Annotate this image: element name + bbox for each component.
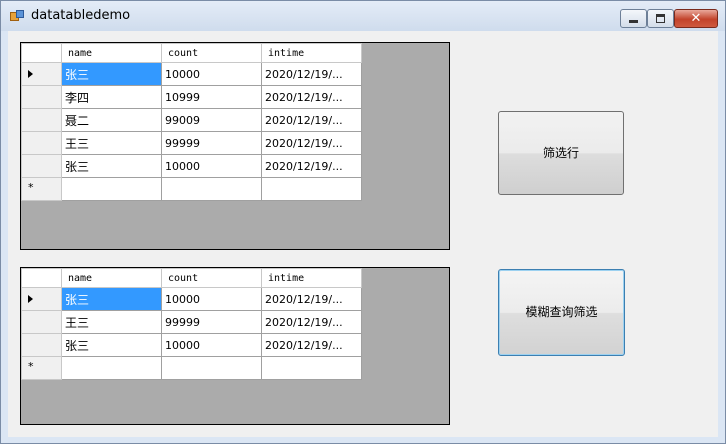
cell-name[interactable]: 张三	[61, 287, 162, 311]
cell-count[interactable]: 10000	[161, 333, 262, 357]
cell-count[interactable]: 99999	[161, 131, 262, 155]
table-row[interactable]: 王三 99999 2020/12/19/...	[21, 131, 362, 155]
cell-name[interactable]: 聂二	[61, 108, 162, 132]
cell-name[interactable]: 王三	[61, 131, 162, 155]
current-row-arrow-icon	[28, 295, 33, 303]
table-row[interactable]: 张三 10000 2020/12/19/...	[21, 62, 362, 86]
cell-intime[interactable]: 2020/12/19/...	[261, 108, 362, 132]
datagrid-table: name count intime 张三 10000 2020/12/19/..…	[21, 43, 362, 201]
cell-name[interactable]	[61, 177, 162, 201]
close-button[interactable]: ✕	[674, 9, 718, 28]
app-window: datatabledemo ✕ name count intime 张三 100…	[0, 0, 726, 444]
cell-count[interactable]: 10000	[161, 62, 262, 86]
datagrid-table: name count intime 张三 10000 2020/12/19/..…	[21, 268, 362, 380]
table-row[interactable]: 张三 10000 2020/12/19/...	[21, 287, 362, 311]
row-header[interactable]: *	[21, 356, 62, 380]
new-row[interactable]: *	[21, 356, 362, 380]
cell-intime[interactable]: 2020/12/19/...	[261, 131, 362, 155]
table-row[interactable]: 聂二 99009 2020/12/19/...	[21, 108, 362, 132]
cell-name[interactable]: 王三	[61, 310, 162, 334]
cell-intime[interactable]: 2020/12/19/...	[261, 287, 362, 311]
close-icon: ✕	[690, 11, 702, 26]
table-row[interactable]: 王三 99999 2020/12/19/...	[21, 310, 362, 334]
new-row[interactable]: *	[21, 177, 362, 201]
cell-count[interactable]	[161, 177, 262, 201]
table-row[interactable]: 张三 10000 2020/12/19/...	[21, 154, 362, 178]
row-header[interactable]	[21, 310, 62, 334]
window-title: datatabledemo	[31, 8, 131, 23]
cell-intime[interactable]: 2020/12/19/...	[261, 154, 362, 178]
new-row-star-icon: *	[28, 360, 34, 373]
select-all-corner[interactable]	[21, 43, 62, 63]
cell-intime[interactable]	[261, 177, 362, 201]
cell-intime[interactable]: 2020/12/19/...	[261, 333, 362, 357]
row-header[interactable]	[21, 333, 62, 357]
table-row[interactable]: 张三 10000 2020/12/19/...	[21, 333, 362, 357]
row-header[interactable]	[21, 131, 62, 155]
column-header-count[interactable]: count	[161, 43, 262, 63]
column-header-intime[interactable]: intime	[261, 43, 362, 63]
column-header-row: name count intime	[21, 43, 362, 63]
row-header[interactable]	[21, 62, 62, 86]
new-row-star-icon: *	[28, 181, 34, 194]
cell-intime[interactable]: 2020/12/19/...	[261, 310, 362, 334]
table-row[interactable]: 李四 10999 2020/12/19/...	[21, 85, 362, 109]
cell-count[interactable]: 10999	[161, 85, 262, 109]
row-header[interactable]	[21, 85, 62, 109]
datagrid-filtered-rows[interactable]: name count intime 张三 10000 2020/12/19/..…	[20, 267, 450, 425]
form-client-area: name count intime 张三 10000 2020/12/19/..…	[8, 31, 718, 437]
cell-name[interactable]: 张三	[61, 333, 162, 357]
minimize-icon	[629, 20, 638, 23]
cell-name[interactable]: 李四	[61, 85, 162, 109]
row-header[interactable]	[21, 108, 62, 132]
maximize-icon	[656, 14, 665, 23]
cell-intime[interactable]: 2020/12/19/...	[261, 85, 362, 109]
row-header[interactable]	[21, 154, 62, 178]
column-header-intime[interactable]: intime	[261, 268, 362, 288]
cell-count[interactable]: 99009	[161, 108, 262, 132]
minimize-button[interactable]	[620, 9, 647, 28]
cell-count[interactable]: 10000	[161, 154, 262, 178]
column-header-name[interactable]: name	[61, 268, 162, 288]
cell-count[interactable]: 10000	[161, 287, 262, 311]
datagrid-all-rows[interactable]: name count intime 张三 10000 2020/12/19/..…	[20, 42, 450, 250]
fuzzy-filter-button[interactable]: 模糊查询筛选	[498, 269, 625, 356]
cell-intime[interactable]: 2020/12/19/...	[261, 62, 362, 86]
title-bar[interactable]: datatabledemo ✕	[1, 1, 725, 31]
cell-count[interactable]	[161, 356, 262, 380]
maximize-button[interactable]	[647, 9, 674, 28]
column-header-row: name count intime	[21, 268, 362, 288]
select-all-corner[interactable]	[21, 268, 62, 288]
column-header-count[interactable]: count	[161, 268, 262, 288]
cell-name[interactable]: 张三	[61, 154, 162, 178]
cell-count[interactable]: 99999	[161, 310, 262, 334]
row-header[interactable]	[21, 287, 62, 311]
app-icon[interactable]	[10, 10, 24, 22]
cell-name[interactable]: 张三	[61, 62, 162, 86]
column-header-name[interactable]: name	[61, 43, 162, 63]
filter-rows-button[interactable]: 筛选行	[498, 111, 624, 195]
cell-intime[interactable]	[261, 356, 362, 380]
cell-name[interactable]	[61, 356, 162, 380]
current-row-arrow-icon	[28, 70, 33, 78]
row-header[interactable]: *	[21, 177, 62, 201]
